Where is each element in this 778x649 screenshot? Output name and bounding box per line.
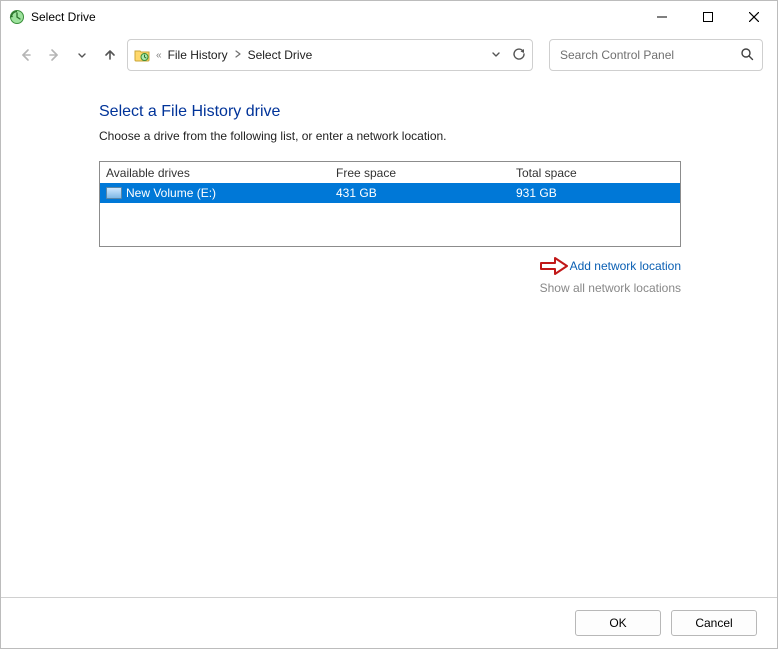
nav-forward-button[interactable] <box>43 41 65 69</box>
search-box[interactable] <box>549 39 763 71</box>
page-heading: Select a File History drive <box>99 103 763 121</box>
drive-name: New Volume (E:) <box>126 186 216 200</box>
col-header-name[interactable]: Available drives <box>106 166 336 180</box>
search-icon[interactable] <box>740 47 754 64</box>
search-input[interactable] <box>558 47 740 63</box>
window-minimize-button[interactable] <box>639 1 685 33</box>
nav-back-button[interactable] <box>15 41 37 69</box>
window-maximize-button[interactable] <box>685 1 731 33</box>
cancel-button[interactable]: Cancel <box>671 610 757 636</box>
navigation-row: « File History Select Drive <box>1 33 777 77</box>
drive-list-header: Available drives Free space Total space <box>100 162 680 183</box>
drive-total-space: 931 GB <box>516 186 680 200</box>
chevron-right-icon <box>232 50 244 61</box>
nav-up-button[interactable] <box>99 41 121 69</box>
col-header-free[interactable]: Free space <box>336 166 516 180</box>
ok-button[interactable]: OK <box>575 610 661 636</box>
dialog-footer: OK Cancel <box>1 597 777 648</box>
address-bar[interactable]: « File History Select Drive <box>127 39 533 71</box>
file-history-path-icon <box>134 47 150 63</box>
breadcrumb-select-drive[interactable]: Select Drive <box>248 48 313 62</box>
drive-icon <box>106 187 122 199</box>
links-column: Add network location Show all network lo… <box>99 257 681 295</box>
address-dropdown-button[interactable] <box>490 48 502 63</box>
refresh-button[interactable] <box>512 47 526 64</box>
drive-free-space: 431 GB <box>336 186 516 200</box>
file-history-app-icon <box>9 9 25 25</box>
drive-list-row[interactable]: New Volume (E:) 431 GB 931 GB <box>100 183 680 203</box>
annotation-arrow-icon <box>540 257 568 275</box>
drive-list[interactable]: Available drives Free space Total space … <box>99 161 681 247</box>
col-header-total[interactable]: Total space <box>516 166 680 180</box>
content-area: Select a File History drive Choose a dri… <box>1 77 777 597</box>
nav-recent-dropdown[interactable] <box>71 41 93 69</box>
page-instruction: Choose a drive from the following list, … <box>99 129 763 143</box>
title-bar: Select Drive <box>1 1 777 33</box>
add-network-location-link[interactable]: Add network location <box>570 259 681 273</box>
window-close-button[interactable] <box>731 1 777 33</box>
breadcrumb-overflow[interactable]: « <box>154 50 164 61</box>
window-title: Select Drive <box>31 10 96 24</box>
show-all-network-locations-link[interactable]: Show all network locations <box>540 281 681 295</box>
breadcrumb-file-history[interactable]: File History <box>168 48 228 62</box>
